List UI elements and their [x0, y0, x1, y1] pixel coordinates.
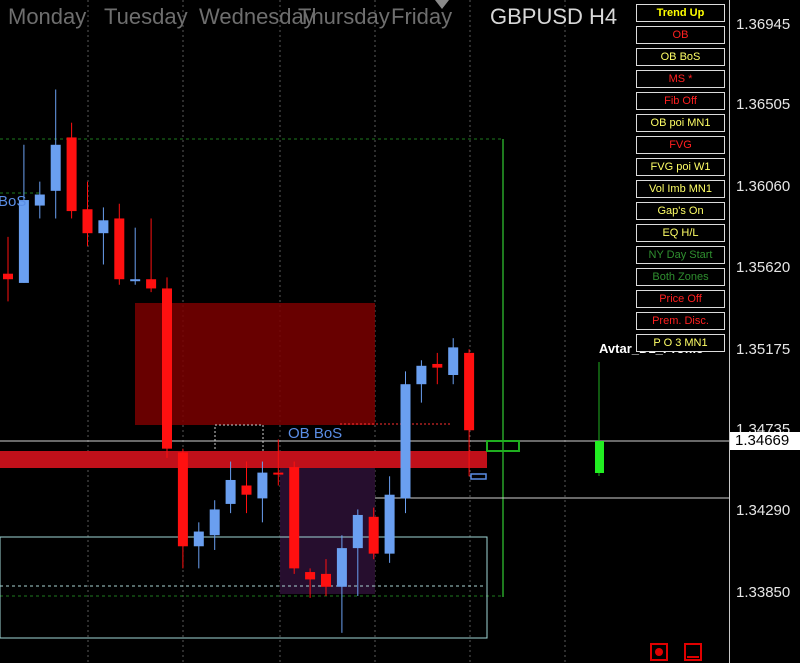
candle-body: [3, 273, 13, 280]
stop-button[interactable]: [684, 643, 702, 661]
candle-body: [432, 363, 443, 368]
candle-body: [114, 218, 125, 280]
panel-button-both-zones[interactable]: Both Zones: [636, 268, 725, 286]
candle-body: [225, 479, 236, 504]
panel-button-p-o-3-mn1[interactable]: P O 3 MN1: [636, 334, 725, 352]
current-price-label: 1.34669: [730, 432, 800, 450]
price-label: 1.35175: [736, 341, 791, 358]
candle-body: [416, 365, 427, 385]
price-label: 1.34290: [736, 502, 791, 519]
price-label: 1.36945: [736, 16, 791, 33]
panel-button-gap-s-on[interactable]: Gap's On: [636, 202, 725, 220]
candle-body: [273, 472, 284, 475]
symbol-title: GBPUSD H4: [490, 4, 617, 30]
candle-body: [34, 194, 45, 206]
panel-button-price-off[interactable]: Price Off: [636, 290, 725, 308]
candle-body: [193, 531, 204, 547]
ob-bos-left-label: BoS: [0, 193, 27, 210]
stop-icon: [687, 656, 699, 658]
candle-body: [177, 452, 188, 547]
candle-body: [352, 514, 363, 549]
price-label: 1.33850: [736, 584, 791, 601]
panel-button-ob-poi-mn1[interactable]: OB poi MN1: [636, 114, 725, 132]
liquidity-bar: [0, 451, 487, 468]
panel-button-prem-disc[interactable]: Prem. Disc.: [636, 312, 725, 330]
candle-body: [50, 144, 61, 191]
candle-body: [464, 352, 475, 431]
candle-body: [368, 516, 379, 554]
candle-body: [98, 220, 109, 234]
price-label: 1.35620: [736, 259, 791, 276]
candle-body: [400, 384, 411, 499]
panel-button-fvg-poi-w1[interactable]: FVG poi W1: [636, 158, 725, 176]
candle-body: [257, 472, 268, 499]
record-button[interactable]: [650, 643, 668, 661]
price-label: 1.36060: [736, 178, 791, 195]
candle-body: [384, 494, 395, 554]
small-marker: [470, 473, 487, 480]
discount-box: [0, 536, 488, 639]
candle-body: [18, 200, 29, 283]
candle-body: [305, 572, 316, 580]
candle-body: [336, 548, 347, 587]
indicator-panel: Trend Up OB OB BoS MS * Fib Off OB poi MN1 FVG…: [636, 4, 725, 356]
panel-button-fib-off[interactable]: Fib Off: [636, 92, 725, 110]
panel-button-vol-imb-mn1[interactable]: Vol Imb MN1: [636, 180, 725, 198]
candle-body: [130, 279, 141, 282]
timeframe: H4: [589, 4, 618, 29]
day-marker-icon: [435, 0, 449, 9]
record-icon: [655, 648, 663, 656]
candle-body: [241, 485, 252, 495]
symbol-name: GBPUSD: [490, 4, 583, 29]
day-label-tuesday: Tuesday: [104, 4, 188, 29]
panel-button-ms[interactable]: MS *: [636, 70, 725, 88]
panel-button-ny-day-start[interactable]: NY Day Start: [636, 246, 725, 264]
candle-body: [321, 573, 331, 587]
day-label-thursday: Thursday: [298, 4, 390, 29]
panel-button-ob[interactable]: OB: [636, 26, 725, 44]
d1-profile-body: [595, 441, 604, 473]
panel-button-eq-h-l[interactable]: EQ H/L: [636, 224, 725, 242]
candle-body: [209, 509, 220, 536]
candle-body: [448, 347, 459, 375]
panel-button-trend-up[interactable]: Trend Up: [636, 4, 725, 22]
candle-body: [66, 137, 77, 212]
panel-button-fvg[interactable]: FVG: [636, 136, 725, 154]
day-label-monday: Monday: [8, 4, 87, 29]
candle-body: [82, 209, 93, 234]
ob-bos-label: OB BoS: [288, 425, 343, 442]
panel-button-ob-bos[interactable]: OB BoS: [636, 48, 725, 66]
candle-body: [162, 288, 172, 449]
candle-body: [289, 467, 300, 569]
candle-body: [146, 279, 157, 289]
price-label: 1.36505: [736, 96, 791, 113]
